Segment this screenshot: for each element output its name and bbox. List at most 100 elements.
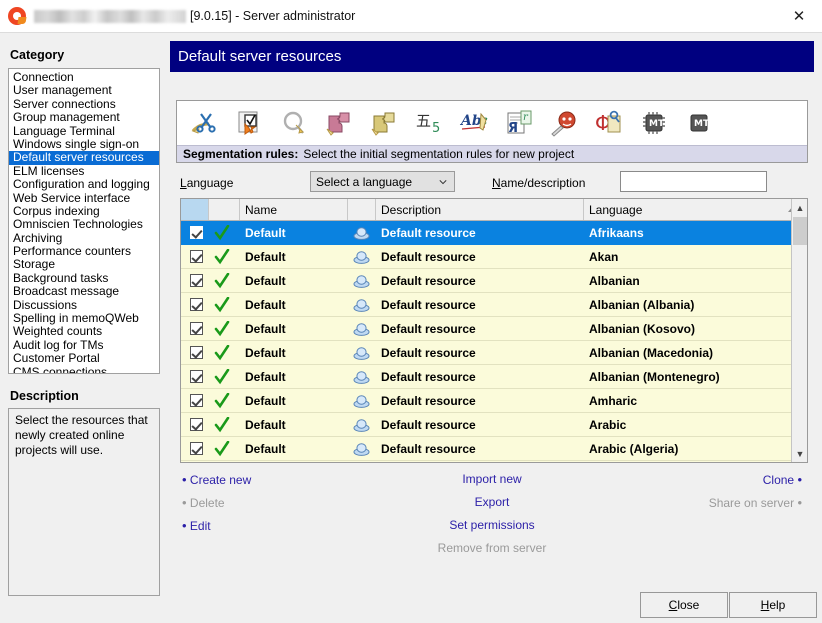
sidebar-item-discussions[interactable]: Discussions xyxy=(9,299,159,312)
action-import-new[interactable]: Import new xyxy=(462,472,521,486)
scrollbar-thumb[interactable] xyxy=(793,217,807,245)
sidebar-item-connection[interactable]: Connection xyxy=(9,71,159,84)
row-status-check-icon xyxy=(209,389,240,412)
svg-text:MT: MT xyxy=(694,119,710,129)
sidebar-item-group-management[interactable]: Group management xyxy=(9,111,159,124)
close-button[interactable]: Close xyxy=(640,592,728,618)
sidebar-item-label: Language Terminal xyxy=(13,124,115,138)
table-row[interactable]: Default Default resourceAmharic xyxy=(181,389,807,413)
row-checkbox[interactable] xyxy=(181,221,209,244)
sidebar-item-corpus-indexing[interactable]: Corpus indexing xyxy=(9,205,159,218)
qa-settings-icon[interactable] xyxy=(226,102,271,144)
sidebar-item-cms-connections[interactable]: CMS connections xyxy=(9,366,159,374)
sidebar-item-background-tasks[interactable]: Background tasks xyxy=(9,272,159,285)
row-checkbox[interactable] xyxy=(181,341,209,364)
sidebar-item-web-service-interface[interactable]: Web Service interface xyxy=(9,192,159,205)
sidebar-item-storage[interactable]: Storage xyxy=(9,258,159,271)
column-header-description[interactable]: Description xyxy=(376,199,584,220)
sidebar-item-customer-portal[interactable]: Customer Portal xyxy=(9,352,159,365)
column-header-language[interactable]: Language xyxy=(584,199,807,220)
sidebar-item-language-terminal[interactable]: Language Terminal xyxy=(9,125,159,138)
row-checkbox[interactable] xyxy=(181,437,209,460)
sidebar-item-elm-licenses[interactable]: ELM licenses xyxy=(9,165,159,178)
sidebar-item-archiving[interactable]: Archiving xyxy=(9,232,159,245)
table-row[interactable]: Default Default resourceAkan xyxy=(181,245,807,269)
table-row[interactable]: Default Default resourceAlbanian (Monten… xyxy=(181,365,807,389)
row-checkbox[interactable] xyxy=(181,245,209,268)
sidebar-item-server-connections[interactable]: Server connections xyxy=(9,98,159,111)
sidebar-item-label: Performance counters xyxy=(13,244,131,258)
action-links: • Create new• Delete• EditImport newExpo… xyxy=(176,472,808,562)
action-label: Set permissions xyxy=(449,518,534,532)
project-templates-icon[interactable]: MT xyxy=(631,102,676,144)
sidebar-item-weighted-counts[interactable]: Weighted counts xyxy=(9,325,159,338)
row-checkbox[interactable] xyxy=(181,461,209,463)
row-checkbox[interactable] xyxy=(181,413,209,436)
close-icon[interactable]: ✕ xyxy=(776,0,822,32)
table-row[interactable]: Default Default resourceAfrikaans xyxy=(181,221,807,245)
action-label: Create new xyxy=(190,473,251,487)
table-row[interactable]: Default Default resourceAlbanian (Kosovo… xyxy=(181,317,807,341)
export-path-rules-icon[interactable] xyxy=(541,102,586,144)
column-header-name[interactable]: Name xyxy=(240,199,348,220)
sidebar-item-spelling-in-memoqweb[interactable]: Spelling in memoQWeb xyxy=(9,312,159,325)
action-edit[interactable]: • Edit xyxy=(182,518,211,533)
sidebar-item-broadcast-message[interactable]: Broadcast message xyxy=(9,285,159,298)
column-header-select-all[interactable] xyxy=(181,199,209,220)
table-body[interactable]: Default Default resourceAfrikaansDefault… xyxy=(181,221,807,463)
action-set-permissions[interactable]: Set permissions xyxy=(449,518,534,532)
row-checkbox[interactable] xyxy=(181,365,209,388)
column-header-status[interactable] xyxy=(209,199,240,220)
scroll-up-icon[interactable]: ▲ xyxy=(792,199,808,216)
auto-translation-rules-icon[interactable] xyxy=(271,102,316,144)
row-checkbox[interactable] xyxy=(181,389,209,412)
sidebar-item-performance-counters[interactable]: Performance counters xyxy=(9,245,159,258)
namedesc-filter-input[interactable] xyxy=(620,171,767,192)
svg-text:MT: MT xyxy=(649,119,665,129)
row-name: Default xyxy=(240,461,348,463)
row-checkbox[interactable] xyxy=(181,317,209,340)
mt-settings-icon[interactable]: MT xyxy=(676,102,721,144)
row-checkbox[interactable] xyxy=(181,269,209,292)
table-row[interactable]: Default Default resourceAlbanian (Albani… xyxy=(181,293,807,317)
term-base-settings-icon[interactable] xyxy=(361,102,406,144)
action-export[interactable]: Export xyxy=(475,495,510,509)
table-row[interactable]: Default Default resourceArabic (Algeria) xyxy=(181,437,807,461)
sidebar-item-omniscien-technologies[interactable]: Omniscien Technologies xyxy=(9,218,159,231)
scroll-down-icon[interactable]: ▼ xyxy=(792,445,808,462)
translation-memory-settings-icon[interactable] xyxy=(316,102,361,144)
category-list[interactable]: ConnectionUser managementServer connecti… xyxy=(8,68,160,374)
action-clone[interactable]: Clone • xyxy=(763,472,802,487)
segmentation-rules-icon[interactable] xyxy=(181,102,226,144)
table-row[interactable]: Default Default resourceArabic (Bahrain) xyxy=(181,461,807,463)
sidebar-item-configuration-and-logging[interactable]: Configuration and logging xyxy=(9,178,159,191)
row-language: Amharic xyxy=(584,389,807,412)
sidebar-item-audit-log-for-tms[interactable]: Audit log for TMs xyxy=(9,339,159,352)
font-substitution-icon[interactable]: 五 5 xyxy=(406,102,451,144)
sidebar-item-label: Windows single sign-on xyxy=(13,137,139,151)
column-header-language-label: Language xyxy=(589,203,642,217)
action-create-new[interactable]: • Create new xyxy=(182,472,251,487)
sidebar-item-label: Broadcast message xyxy=(13,284,119,298)
table-row[interactable]: Default Default resourceAlbanian (Macedo… xyxy=(181,341,807,365)
sidebar-item-user-management[interactable]: User management xyxy=(9,84,159,97)
sidebar-item-default-server-resources[interactable]: Default server resources xyxy=(9,151,159,164)
language-filter-select[interactable]: Select a language xyxy=(310,171,455,192)
window-titlebar: [9.0.15] - Server administrator ✕ xyxy=(0,0,822,33)
row-checkbox[interactable] xyxy=(181,293,209,316)
sidebar-item-windows-single-sign-on[interactable]: Windows single sign-on xyxy=(9,138,159,151)
auto-correct-icon[interactable]: Ab c xyxy=(451,102,496,144)
lqa-models-icon[interactable]: Φ xyxy=(586,102,631,144)
keyboard-shortcuts-icon[interactable]: Я r xyxy=(496,102,541,144)
table-row[interactable]: Default Default resourceArabic xyxy=(181,413,807,437)
help-button[interactable]: Help xyxy=(729,592,817,618)
table-scrollbar[interactable]: ▲ ▼ xyxy=(791,199,807,462)
resources-table[interactable]: Name Description Language Default Defaul… xyxy=(180,198,808,463)
resource-type-icons[interactable]: 五 5 Ab c Я r Φ MT MT xyxy=(177,101,807,145)
cloud-icon xyxy=(348,293,376,316)
row-language: Albanian (Kosovo) xyxy=(584,317,807,340)
column-header-icon[interactable] xyxy=(348,199,376,220)
toolbar-status-bar: Segmentation rules: Select the initial s… xyxy=(177,145,807,162)
sidebar-item-label: Web Service interface xyxy=(13,191,130,205)
table-row[interactable]: Default Default resourceAlbanian xyxy=(181,269,807,293)
